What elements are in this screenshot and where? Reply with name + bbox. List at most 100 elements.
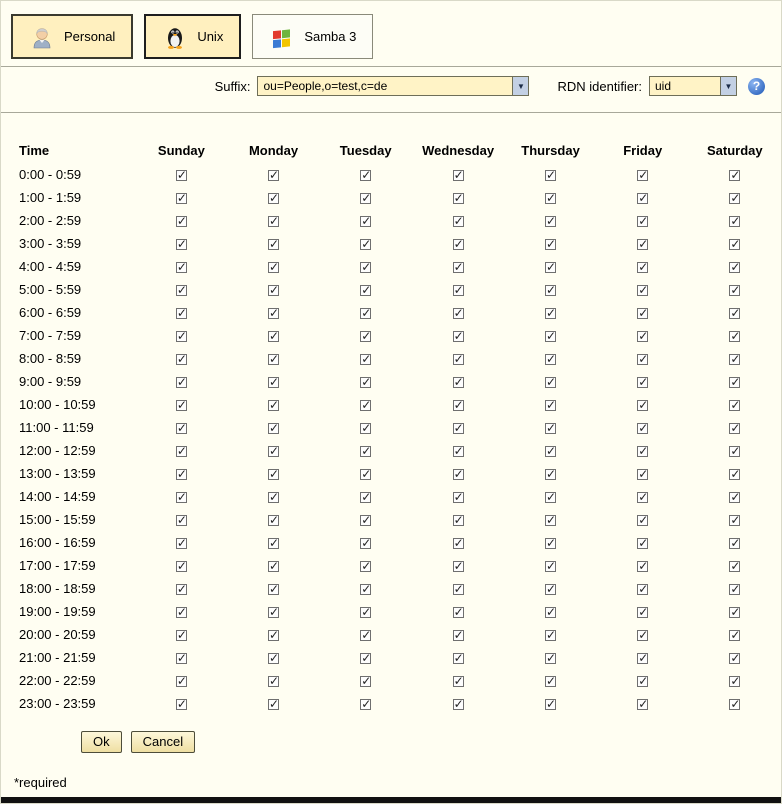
schedule-checkbox[interactable] bbox=[545, 469, 556, 480]
schedule-checkbox[interactable] bbox=[545, 331, 556, 342]
schedule-checkbox[interactable] bbox=[729, 469, 740, 480]
schedule-checkbox[interactable] bbox=[268, 170, 279, 181]
schedule-checkbox[interactable] bbox=[545, 285, 556, 296]
schedule-checkbox[interactable] bbox=[360, 653, 371, 664]
schedule-checkbox[interactable] bbox=[637, 469, 648, 480]
schedule-checkbox[interactable] bbox=[729, 170, 740, 181]
schedule-checkbox[interactable] bbox=[729, 676, 740, 687]
schedule-checkbox[interactable] bbox=[453, 676, 464, 687]
schedule-checkbox[interactable] bbox=[268, 492, 279, 503]
schedule-checkbox[interactable] bbox=[729, 331, 740, 342]
schedule-checkbox[interactable] bbox=[729, 354, 740, 365]
schedule-checkbox[interactable] bbox=[268, 538, 279, 549]
schedule-checkbox[interactable] bbox=[545, 354, 556, 365]
schedule-checkbox[interactable] bbox=[176, 469, 187, 480]
schedule-checkbox[interactable] bbox=[268, 193, 279, 204]
schedule-checkbox[interactable] bbox=[176, 492, 187, 503]
schedule-checkbox[interactable] bbox=[176, 676, 187, 687]
schedule-checkbox[interactable] bbox=[637, 308, 648, 319]
schedule-checkbox[interactable] bbox=[545, 262, 556, 273]
schedule-checkbox[interactable] bbox=[453, 492, 464, 503]
schedule-checkbox[interactable] bbox=[729, 285, 740, 296]
schedule-checkbox[interactable] bbox=[453, 170, 464, 181]
schedule-checkbox[interactable] bbox=[729, 446, 740, 457]
cancel-button[interactable]: Cancel bbox=[131, 731, 195, 753]
schedule-checkbox[interactable] bbox=[729, 630, 740, 641]
schedule-checkbox[interactable] bbox=[268, 515, 279, 526]
schedule-checkbox[interactable] bbox=[360, 515, 371, 526]
schedule-checkbox[interactable] bbox=[268, 285, 279, 296]
schedule-checkbox[interactable] bbox=[268, 446, 279, 457]
tab-samba3[interactable]: Samba 3 bbox=[252, 14, 373, 59]
schedule-checkbox[interactable] bbox=[637, 492, 648, 503]
schedule-checkbox[interactable] bbox=[453, 515, 464, 526]
schedule-checkbox[interactable] bbox=[637, 561, 648, 572]
schedule-checkbox[interactable] bbox=[545, 308, 556, 319]
schedule-checkbox[interactable] bbox=[729, 216, 740, 227]
schedule-checkbox[interactable] bbox=[545, 653, 556, 664]
schedule-checkbox[interactable] bbox=[729, 653, 740, 664]
schedule-checkbox[interactable] bbox=[637, 262, 648, 273]
schedule-checkbox[interactable] bbox=[268, 607, 279, 618]
schedule-checkbox[interactable] bbox=[545, 170, 556, 181]
tab-unix[interactable]: Unix bbox=[144, 14, 241, 59]
schedule-checkbox[interactable] bbox=[360, 561, 371, 572]
schedule-checkbox[interactable] bbox=[268, 239, 279, 250]
schedule-checkbox[interactable] bbox=[545, 538, 556, 549]
schedule-checkbox[interactable] bbox=[453, 584, 464, 595]
schedule-checkbox[interactable] bbox=[545, 400, 556, 411]
schedule-checkbox[interactable] bbox=[176, 607, 187, 618]
schedule-checkbox[interactable] bbox=[176, 354, 187, 365]
schedule-checkbox[interactable] bbox=[176, 331, 187, 342]
schedule-checkbox[interactable] bbox=[176, 515, 187, 526]
schedule-checkbox[interactable] bbox=[360, 584, 371, 595]
schedule-checkbox[interactable] bbox=[360, 400, 371, 411]
schedule-checkbox[interactable] bbox=[453, 262, 464, 273]
schedule-checkbox[interactable] bbox=[176, 630, 187, 641]
schedule-checkbox[interactable] bbox=[176, 699, 187, 710]
schedule-checkbox[interactable] bbox=[360, 630, 371, 641]
schedule-checkbox[interactable] bbox=[729, 538, 740, 549]
schedule-checkbox[interactable] bbox=[360, 676, 371, 687]
schedule-checkbox[interactable] bbox=[268, 377, 279, 388]
schedule-checkbox[interactable] bbox=[360, 538, 371, 549]
schedule-checkbox[interactable] bbox=[176, 446, 187, 457]
rdn-identifier-select[interactable]: uid ▼ bbox=[649, 76, 737, 96]
schedule-checkbox[interactable] bbox=[545, 607, 556, 618]
schedule-checkbox[interactable] bbox=[637, 423, 648, 434]
schedule-checkbox[interactable] bbox=[176, 377, 187, 388]
schedule-checkbox[interactable] bbox=[360, 699, 371, 710]
schedule-checkbox[interactable] bbox=[453, 354, 464, 365]
schedule-checkbox[interactable] bbox=[176, 538, 187, 549]
schedule-checkbox[interactable] bbox=[268, 308, 279, 319]
schedule-checkbox[interactable] bbox=[176, 262, 187, 273]
schedule-checkbox[interactable] bbox=[360, 446, 371, 457]
schedule-checkbox[interactable] bbox=[637, 193, 648, 204]
schedule-checkbox[interactable] bbox=[729, 699, 740, 710]
schedule-checkbox[interactable] bbox=[360, 331, 371, 342]
schedule-checkbox[interactable] bbox=[360, 354, 371, 365]
schedule-checkbox[interactable] bbox=[360, 193, 371, 204]
schedule-checkbox[interactable] bbox=[637, 239, 648, 250]
schedule-checkbox[interactable] bbox=[729, 239, 740, 250]
schedule-checkbox[interactable] bbox=[545, 239, 556, 250]
schedule-checkbox[interactable] bbox=[637, 354, 648, 365]
schedule-checkbox[interactable] bbox=[176, 653, 187, 664]
schedule-checkbox[interactable] bbox=[360, 607, 371, 618]
schedule-checkbox[interactable] bbox=[360, 216, 371, 227]
schedule-checkbox[interactable] bbox=[637, 216, 648, 227]
schedule-checkbox[interactable] bbox=[268, 630, 279, 641]
schedule-checkbox[interactable] bbox=[637, 607, 648, 618]
schedule-checkbox[interactable] bbox=[268, 561, 279, 572]
schedule-checkbox[interactable] bbox=[545, 193, 556, 204]
schedule-checkbox[interactable] bbox=[453, 239, 464, 250]
schedule-checkbox[interactable] bbox=[176, 170, 187, 181]
schedule-checkbox[interactable] bbox=[729, 584, 740, 595]
schedule-checkbox[interactable] bbox=[453, 308, 464, 319]
schedule-checkbox[interactable] bbox=[453, 699, 464, 710]
schedule-checkbox[interactable] bbox=[545, 377, 556, 388]
schedule-checkbox[interactable] bbox=[453, 423, 464, 434]
schedule-checkbox[interactable] bbox=[268, 676, 279, 687]
schedule-checkbox[interactable] bbox=[268, 423, 279, 434]
schedule-checkbox[interactable] bbox=[545, 446, 556, 457]
